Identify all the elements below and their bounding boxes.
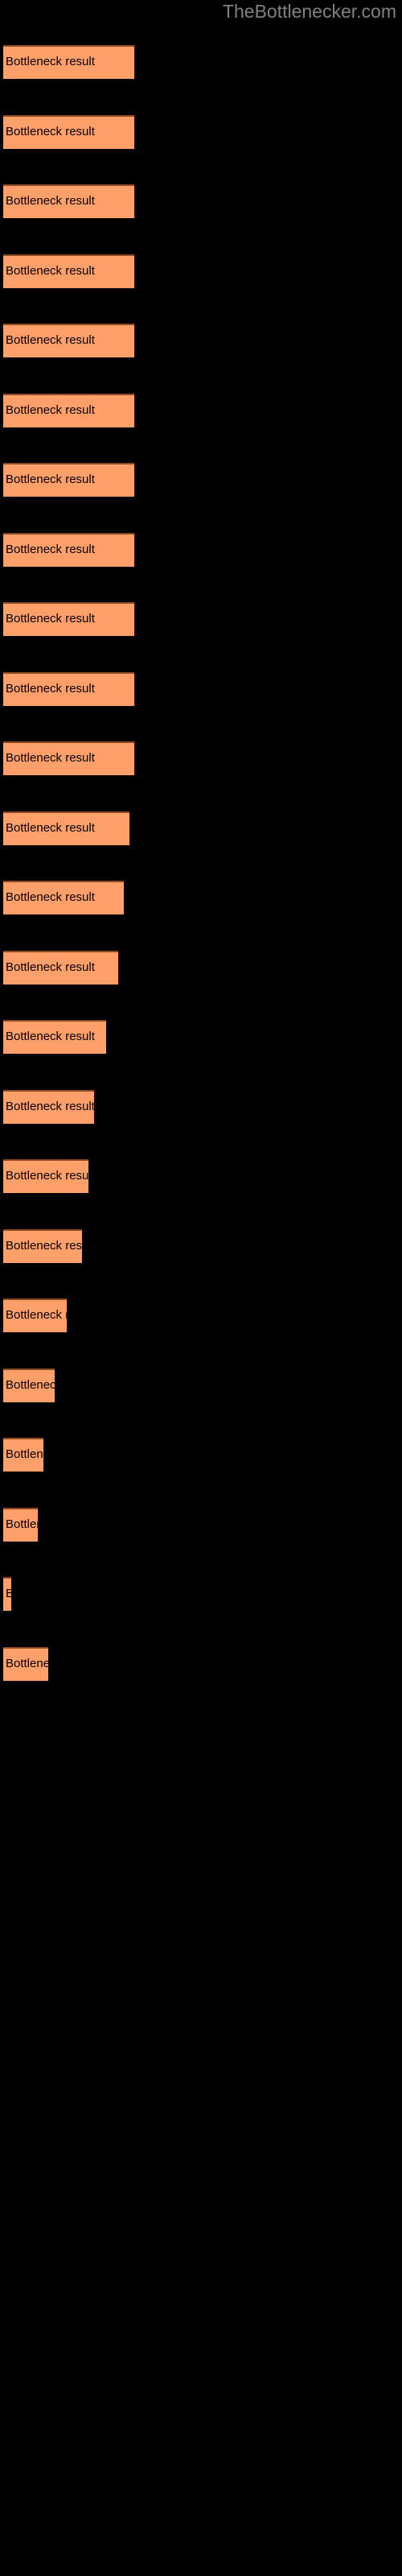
bar-label: Bottleneck result [6,1030,95,1043]
bar: Bottleneck result [3,1090,94,1124]
bar-label: Bottleneck result [6,1239,82,1253]
bar: Bottleneck result [3,45,134,79]
bar: Bottleneck result [3,672,134,706]
bar-label: Bottleneck result [6,403,95,417]
bar: Bottleneck result [3,254,134,288]
bar: Bottleneck result [3,1159,88,1193]
bar: Bottleneck result [3,1368,55,1402]
bar-label: Bottleneck result [6,1447,43,1461]
bar-label: Bottleneck result [6,264,95,278]
bar-label: Bottleneck result [6,751,95,765]
bar: Bottleneck result [3,602,134,636]
bar-label: Bottleneck result [6,194,95,208]
bar-label: Bottleneck result [6,55,95,68]
bar: Bottleneck result [3,533,134,567]
bar-label: Bottleneck result [6,1517,38,1531]
bar-label: Bottleneck result [6,1169,88,1183]
bar: Bottleneck result [3,324,134,357]
bar-label: Bottleneck result [6,1308,67,1322]
bar-label: Bottleneck result [6,1657,48,1670]
bar-label: Bottleneck result [6,890,95,904]
bar: Bottleneck result [3,1577,11,1611]
bar: Bottleneck result [3,741,134,775]
bar-label: Bottleneck result [6,682,95,696]
bar-label: Bottleneck result [6,1587,11,1601]
bar-label: Bottleneck result [6,125,95,138]
bottleneck-bar-chart: Bottleneck result Bottleneck result Bottle… [0,0,402,2576]
bar: Bottleneck result [3,115,134,149]
bar: Bottleneck result [3,1647,48,1681]
bar-label: Bottleneck result [6,960,95,974]
bar-label: Bottleneck result [6,473,95,486]
bar-label: Bottleneck result [6,1378,55,1392]
bar-label: Bottleneck result [6,1100,94,1113]
bar: Bottleneck result [3,1508,38,1542]
bar: Bottleneck result [3,881,124,914]
bar: Bottleneck result [3,951,118,985]
bar-label: Bottleneck result [6,821,95,835]
bar-label: Bottleneck result [6,612,95,625]
bar: Bottleneck result [3,1020,106,1054]
bar: Bottleneck result [3,811,129,845]
bar: Bottleneck result [3,1438,43,1472]
bar-label: Bottleneck result [6,333,95,347]
bar: Bottleneck result [3,184,134,218]
bar-label: Bottleneck result [6,543,95,556]
bar: Bottleneck result [3,1298,67,1332]
bar: Bottleneck result [3,463,134,497]
bar: Bottleneck result [3,1229,82,1263]
bar: Bottleneck result [3,394,134,427]
